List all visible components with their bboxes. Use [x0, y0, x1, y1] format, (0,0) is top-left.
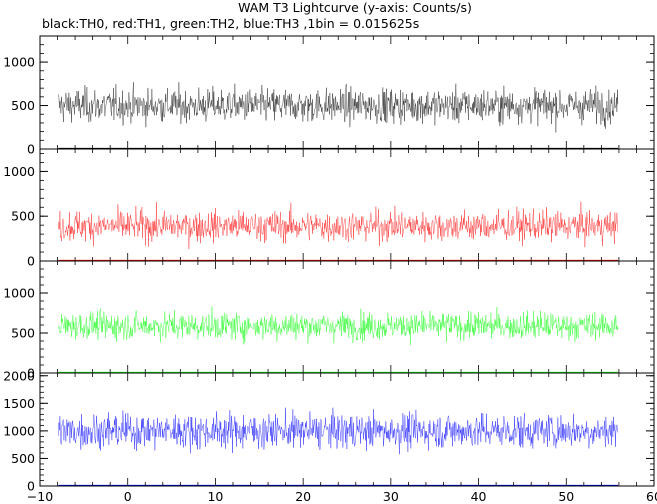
x-tick-label: 10 [207, 489, 223, 504]
y-tick-label: 500 [11, 209, 35, 224]
y-tick-label: 1500 [3, 396, 35, 411]
y-tick-label: 0 [27, 142, 35, 157]
series-TH1 [58, 201, 619, 250]
lightcurve-figure: WAM T3 Lightcurve (y-axis: Counts/s) bla… [3, 0, 657, 504]
x-tick-label: 30 [383, 489, 399, 504]
panel-frame [39, 35, 655, 150]
series-TH0 [58, 82, 619, 133]
panel-frame [39, 372, 655, 487]
panel-frame [39, 148, 655, 262]
y-tick-label: 1000 [3, 164, 35, 179]
panel-4: 0500100015002000−100102030405060 [3, 368, 657, 504]
x-tick-label: 20 [295, 489, 311, 504]
x-tick-label: 50 [558, 489, 574, 504]
y-tick-label: 1000 [3, 286, 35, 301]
series-TH3 [58, 407, 619, 455]
x-tick-label: 0 [124, 489, 132, 504]
chart-subtitle: black:TH0, red:TH1, green:TH2, blue:TH3 … [42, 16, 419, 31]
panels: 0500100005001000050010000500100015002000… [3, 35, 657, 504]
panel-frame [39, 260, 655, 374]
panel-2: 0 500 1000 [3, 148, 655, 269]
y-tick-label: 500 [11, 451, 35, 466]
y-tick-label: 2000 [3, 368, 35, 383]
panel-3: 05001000 [3, 260, 655, 381]
y-tick-label: 500 [11, 326, 35, 341]
series-TH2 [58, 306, 619, 346]
x-tick-label: −10 [27, 489, 53, 504]
y-tick-label: 500 [11, 98, 35, 113]
y-tick-label: 1000 [3, 423, 35, 438]
y-tick-label: 0 [27, 254, 35, 269]
x-tick-label: 60 [646, 489, 657, 504]
y-tick-label: 1000 [3, 55, 35, 70]
x-tick-label: 40 [471, 489, 487, 504]
chart-title: WAM T3 Lightcurve (y-axis: Counts/s) [238, 0, 472, 15]
panel-1: 0 500 1000 [3, 35, 655, 157]
